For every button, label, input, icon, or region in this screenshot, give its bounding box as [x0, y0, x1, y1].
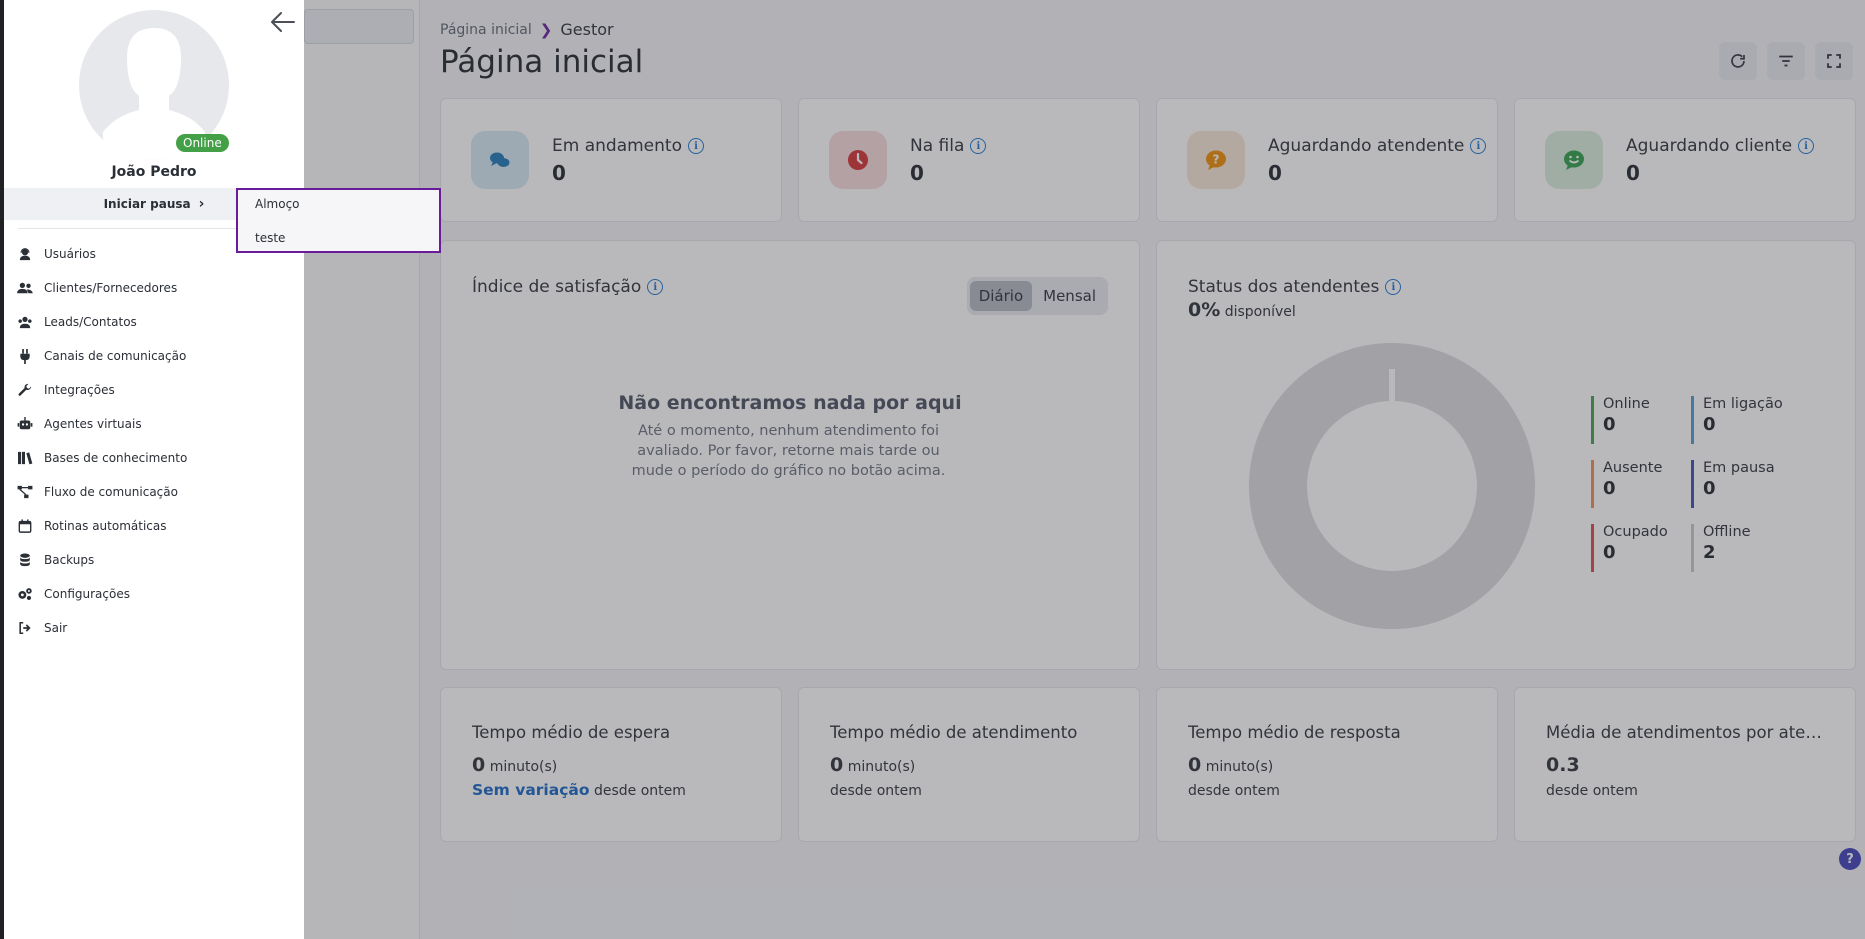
- pause-submenu: Almoço teste: [236, 188, 441, 253]
- menu-item-configuracoes[interactable]: Configurações: [4, 577, 304, 611]
- menu-item-fluxo-comunicacao[interactable]: Fluxo de comunicação: [4, 475, 304, 509]
- gears-icon: [17, 586, 33, 602]
- pause-option-teste[interactable]: teste: [255, 231, 285, 245]
- chevron-right-icon: ›: [198, 196, 205, 212]
- menu-item-clientes-fornecedores[interactable]: Clientes/Fornecedores: [4, 271, 304, 305]
- menu-item-agentes-virtuais[interactable]: Agentes virtuais: [4, 407, 304, 441]
- menu-item-rotinas-automaticas[interactable]: Rotinas automáticas: [4, 509, 304, 543]
- robot-icon: [17, 416, 33, 432]
- menu-item-integracoes[interactable]: Integrações: [4, 373, 304, 407]
- menu-item-sair[interactable]: Sair: [4, 611, 304, 645]
- users-icon: [17, 280, 33, 296]
- start-pause-label: Iniciar pausa: [103, 197, 191, 211]
- plug-icon: [17, 348, 33, 364]
- sign-out-icon: [17, 620, 33, 636]
- menu-item-leads-contatos[interactable]: Leads/Contatos: [4, 305, 304, 339]
- status-badge: Online: [176, 134, 229, 152]
- menu-item-canais-comunicacao[interactable]: Canais de comunicação: [4, 339, 304, 373]
- user-headset-icon: [17, 246, 33, 262]
- user-group-icon: [17, 314, 33, 330]
- user-drawer: Online João Pedro Iniciar pausa › Usuári…: [4, 0, 304, 939]
- flow-icon: [17, 484, 33, 500]
- menu-item-bases-conhecimento[interactable]: Bases de conhecimento: [4, 441, 304, 475]
- user-name: João Pedro: [111, 164, 197, 180]
- drawer-menu: Usuários Clientes/Fornecedores Leads/Con…: [4, 237, 304, 645]
- wrench-icon: [17, 382, 33, 398]
- books-icon: [17, 450, 33, 466]
- calendar-icon: [17, 518, 33, 534]
- menu-item-backups[interactable]: Backups: [4, 543, 304, 577]
- database-icon: [17, 552, 33, 568]
- pause-option-almoco[interactable]: Almoço: [255, 197, 300, 211]
- back-arrow-icon[interactable]: [270, 10, 296, 34]
